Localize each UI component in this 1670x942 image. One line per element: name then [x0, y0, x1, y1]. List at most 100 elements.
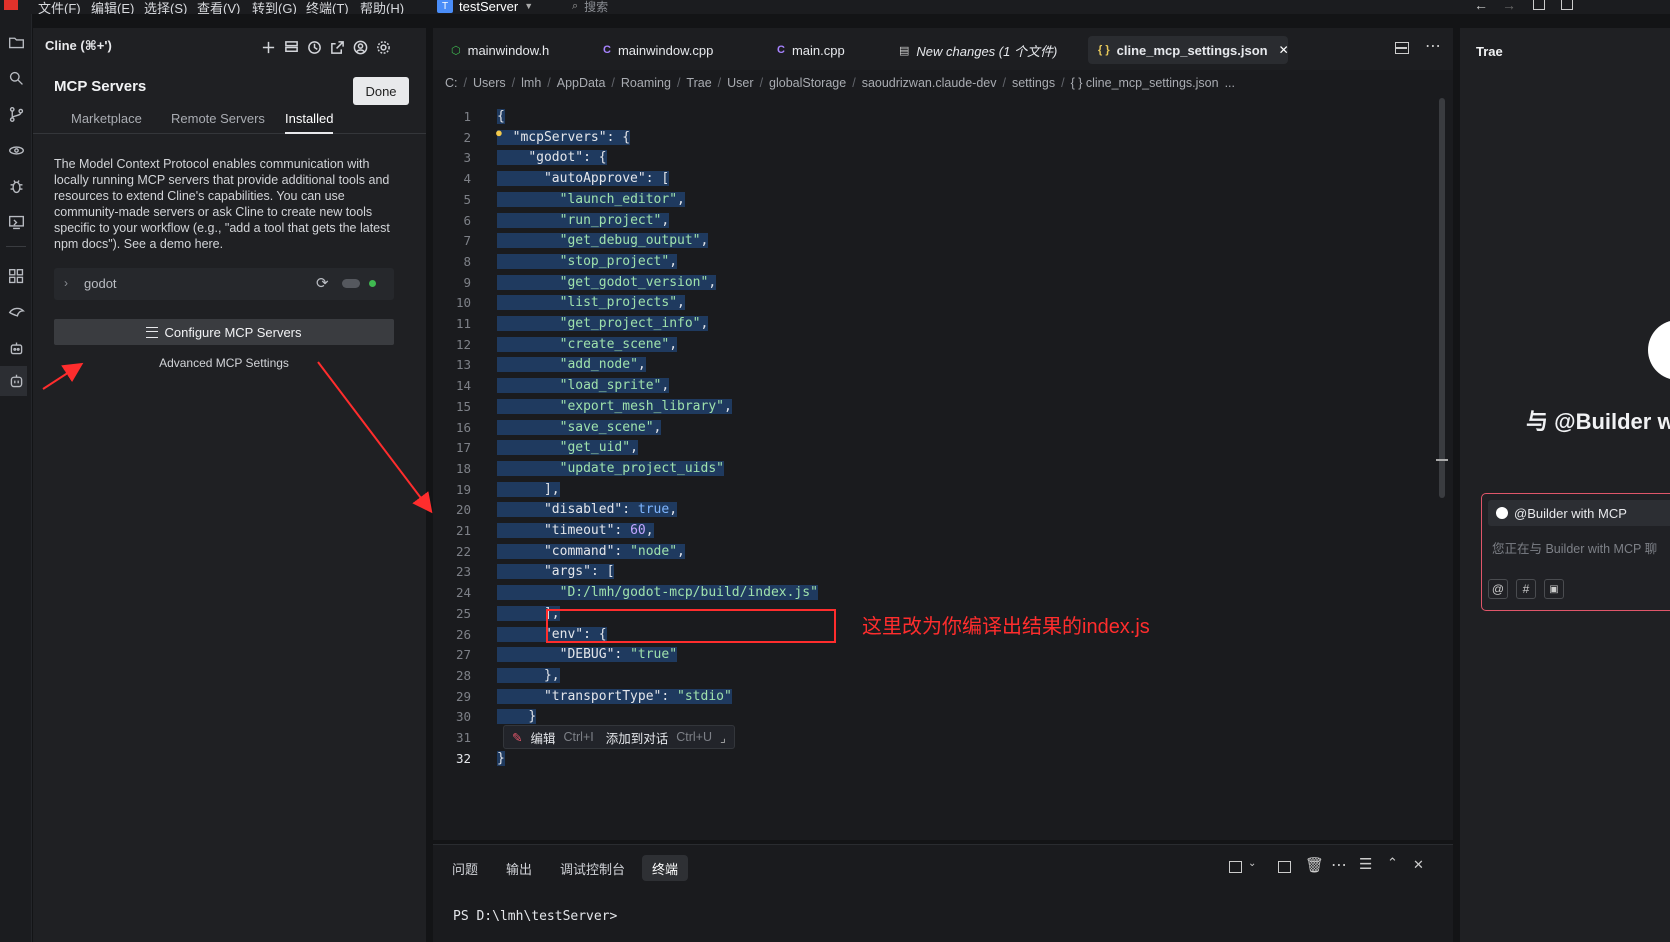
lightbulb-icon[interactable]: ● — [495, 125, 503, 140]
code-line[interactable]: "transportType": "stdio" — [497, 686, 732, 708]
project-switcher[interactable]: T testServer ▼ — [437, 0, 533, 14]
code-line[interactable]: } — [497, 748, 505, 770]
code-editor[interactable]: 1{2 "mcpServers": {3 "godot": {4 "autoAp… — [433, 100, 1443, 840]
configure-mcp-servers-button[interactable]: Configure MCP Servers — [54, 319, 394, 345]
trash-icon[interactable]: 🗑 — [1305, 856, 1324, 874]
chevron-down-icon[interactable]: ⌄ — [1248, 858, 1256, 869]
layout-sidebar-icon[interactable] — [1533, 0, 1545, 10]
tab-marketplace[interactable]: Marketplace — [71, 111, 142, 126]
account-icon[interactable] — [351, 38, 369, 56]
remote-explorer-icon[interactable] — [6, 212, 26, 232]
new-terminal-layout-icon[interactable] — [1229, 861, 1242, 873]
panel-tab-output[interactable]: 输出 — [496, 855, 542, 881]
breadcrumb-item[interactable]: Trae — [686, 76, 711, 90]
chat-input-box[interactable]: @Builder with MCP 您正在与 Builder with MCP … — [1481, 493, 1670, 611]
plus-icon[interactable] — [259, 38, 277, 56]
robot-icon[interactable] — [6, 338, 26, 358]
code-line[interactable]: "load_sprite", — [497, 375, 670, 397]
back-icon[interactable]: ← — [1474, 0, 1488, 13]
popout-icon[interactable] — [328, 38, 346, 56]
code-line[interactable]: "create_scene", — [497, 334, 678, 356]
editor-scrollbar[interactable] — [1439, 98, 1445, 498]
inline-edit-button[interactable]: 编辑 — [530, 728, 555, 747]
code-line[interactable]: "command": "node", — [497, 541, 685, 563]
done-button[interactable]: Done — [353, 77, 409, 105]
image-icon[interactable]: ▣ — [1544, 579, 1564, 599]
tab-mainwindow-h[interactable]: ⬡ mainwindow.h — [441, 36, 559, 64]
layout-panel-icon[interactable] — [1561, 0, 1573, 10]
debug-icon[interactable] — [6, 176, 26, 196]
breadcrumb-item[interactable]: saoudrizwan.claude-dev — [862, 76, 997, 90]
menu-selection[interactable]: 选择(S) — [144, 0, 187, 14]
panel-tab-terminal[interactable]: 终端 — [642, 855, 689, 881]
menu-view[interactable]: 查看(V) — [197, 0, 240, 14]
menu-edit[interactable]: 编辑(E) — [91, 0, 134, 14]
builder-chip[interactable]: @Builder with MCP — [1488, 500, 1670, 526]
breadcrumb-item[interactable]: AppData — [557, 76, 606, 90]
split-editor-icon[interactable] — [1395, 42, 1409, 54]
breadcrumb-item[interactable]: ... — [1225, 76, 1235, 90]
maximize-panel-icon[interactable]: ⌃ — [1387, 855, 1398, 871]
breadcrumb-item[interactable]: User — [727, 76, 753, 90]
command-search[interactable]: ⌕ 搜索 — [572, 0, 608, 14]
close-panel-icon[interactable]: ✕ — [1413, 857, 1424, 873]
code-line[interactable]: "export_mesh_library", — [497, 396, 732, 418]
code-line[interactable]: "disabled": true, — [497, 499, 678, 521]
tab-main-cpp[interactable]: Cmain.cpp — [767, 36, 855, 64]
breadcrumb-item[interactable]: globalStorage — [769, 76, 846, 90]
history-icon[interactable] — [305, 38, 323, 56]
breadcrumb-item[interactable]: Roaming — [621, 76, 671, 90]
servers-icon[interactable] — [282, 38, 300, 56]
breadcrumb-item[interactable]: settings — [1012, 76, 1055, 90]
code-line[interactable]: "save_scene", — [497, 417, 662, 439]
mention-icon[interactable]: @ — [1488, 579, 1508, 599]
breadcrumb-item[interactable]: Users — [473, 76, 506, 90]
collapse-icon[interactable]: ⌟ — [720, 730, 726, 745]
source-control-icon[interactable] — [6, 104, 26, 124]
code-line[interactable]: }, — [497, 665, 560, 687]
menu-help[interactable]: 帮助(H) — [360, 0, 404, 14]
forward-icon[interactable]: → — [1502, 0, 1516, 13]
code-line[interactable]: "update_project_uids" — [497, 458, 724, 480]
code-line[interactable]: "DEBUG": "true" — [497, 644, 678, 666]
refresh-icon[interactable]: ⟳ — [316, 274, 329, 292]
code-line[interactable]: "mcpServers": { — [497, 127, 631, 149]
gear-icon[interactable] — [374, 38, 392, 56]
hash-icon[interactable]: # — [1516, 579, 1536, 599]
breadcrumb-item[interactable]: C: — [445, 76, 458, 90]
advanced-mcp-settings-link[interactable]: Advanced MCP Settings — [54, 356, 394, 370]
server-row-godot[interactable]: › godot ⟳ — [54, 268, 394, 300]
menu-terminal[interactable]: 终端(T) — [306, 0, 349, 14]
inline-add-button[interactable]: 添加到对话 — [606, 728, 669, 747]
more-actions-icon[interactable]: ⋯ — [1425, 36, 1441, 56]
search-icon[interactable] — [6, 68, 26, 88]
cline-icon[interactable] — [6, 371, 26, 391]
code-line[interactable]: "run_project", — [497, 210, 670, 232]
tab-new-changes[interactable]: ▤ New changes (1 个文件) — [889, 36, 1067, 64]
tab-cline-mcp-settings[interactable]: { } cline_mcp_settings.json ✕ — [1088, 36, 1289, 64]
code-line[interactable]: "autoApprove": [ — [497, 168, 670, 190]
code-line[interactable]: "get_godot_version", — [497, 272, 717, 294]
close-icon[interactable]: ✕ — [1279, 43, 1289, 57]
inline-actions-widget[interactable]: ✎ 编辑 Ctrl+I 添加到对话 Ctrl+U ⌟ — [503, 725, 735, 749]
extensions-remote-icon[interactable] — [6, 140, 26, 160]
tab-installed[interactable]: Installed — [285, 111, 334, 134]
code-line[interactable]: "launch_editor", — [497, 189, 685, 211]
breadcrumb-item[interactable]: { } cline_mcp_settings.json — [1071, 76, 1219, 90]
split-terminal-icon[interactable] — [1278, 861, 1291, 873]
menu-goto[interactable]: 转到(G) — [252, 0, 297, 14]
code-line[interactable]: "timeout": 60, — [497, 520, 654, 542]
panel-tab-debug-console[interactable]: 调试控制台 — [550, 855, 635, 881]
explorer-icon[interactable] — [6, 32, 26, 52]
code-line[interactable]: "stop_project", — [497, 251, 678, 273]
panel-tab-problems[interactable]: 问题 — [442, 855, 488, 881]
code-line[interactable]: "get_uid", — [497, 437, 638, 459]
tab-mainwindow-cpp[interactable]: Cmainwindow.cpp — [593, 36, 723, 64]
code-line[interactable]: "get_debug_output", — [497, 230, 709, 252]
code-line[interactable]: "D:/lmh/godot-mcp/build/index.js" — [497, 582, 818, 604]
code-line[interactable]: "add_node", — [497, 354, 646, 376]
server-toggle[interactable] — [342, 279, 360, 288]
code-line[interactable]: "args": [ — [497, 561, 615, 583]
terminal-prompt[interactable]: PS D:\lmh\testServer> — [453, 909, 617, 924]
menu-file[interactable]: 文件(F) — [38, 0, 81, 14]
